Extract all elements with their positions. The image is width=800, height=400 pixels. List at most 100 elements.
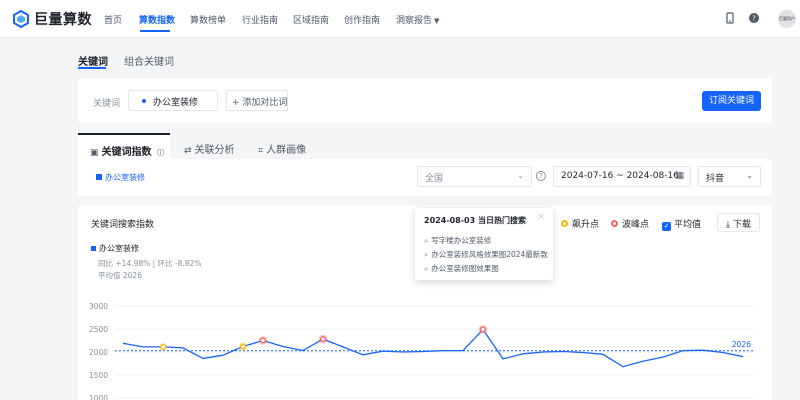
data-point[interactable] xyxy=(421,350,425,354)
series-dot-icon xyxy=(142,99,146,103)
chevron-down-icon: ⌄ xyxy=(517,171,524,180)
download-icon: ⤓ xyxy=(726,220,733,230)
date-range-picker[interactable]: 2024-07-16 ~ 2024-08-16 ▦ xyxy=(553,166,691,187)
data-point[interactable] xyxy=(141,345,145,349)
series-legend-chip[interactable]: 办公室装修 xyxy=(96,172,145,183)
legend-surge-label: 飙升点 xyxy=(572,220,600,230)
data-point[interactable] xyxy=(181,346,185,350)
peak-dot-icon xyxy=(611,220,618,227)
data-point[interactable] xyxy=(661,355,665,359)
subscribe-keyword-button[interactable]: 订阅关键词 xyxy=(702,91,761,111)
keyword-chip[interactable]: 办公室装修 xyxy=(128,90,218,111)
tab-keyword-index-label: 关键词指数 xyxy=(101,147,152,158)
data-point[interactable] xyxy=(681,349,685,353)
y-tick-label: 1500 xyxy=(89,371,108,380)
nav-home[interactable]: 首页 xyxy=(104,13,122,26)
data-point[interactable] xyxy=(581,350,585,354)
data-point[interactable] xyxy=(741,355,745,359)
legend-average-toggle[interactable]: ✓ 平均值 xyxy=(662,217,701,231)
legend-peak[interactable]: 波峰点 xyxy=(611,217,649,230)
legend-average-label: 平均值 xyxy=(674,220,702,230)
data-point[interactable] xyxy=(381,349,385,353)
swap-icon: ⇄ xyxy=(184,146,192,156)
tab-audience-profile[interactable]: ⌗ 人群画像 xyxy=(258,133,306,159)
add-compare-button[interactable]: + 添加对比词 xyxy=(226,90,288,111)
subtab-keyword[interactable]: 关键词 xyxy=(78,53,108,68)
legend-surge[interactable]: 飙升点 xyxy=(561,217,599,230)
chart-title: 关键词搜索指数 xyxy=(91,220,155,230)
surge-point xyxy=(240,343,246,350)
nav-region[interactable]: 区域指南 xyxy=(293,13,329,26)
subtab-active-indicator xyxy=(78,67,106,69)
nav-creator[interactable]: 创作指南 xyxy=(344,13,380,26)
data-point[interactable] xyxy=(401,350,405,354)
brand-logo[interactable]: 巨量算数 xyxy=(12,9,92,29)
subtab-combo-keyword[interactable]: 组合关键词 xyxy=(124,53,174,68)
data-point[interactable] xyxy=(541,350,545,354)
popup-search-item[interactable]: ⌕ 办公室装修风格效果图2024最新款 xyxy=(424,249,548,260)
data-point[interactable] xyxy=(281,344,285,348)
peak-point xyxy=(260,337,266,344)
tab-keyword-index[interactable]: ▣ 关键词指数 ⓘ xyxy=(78,133,170,159)
data-point[interactable] xyxy=(121,341,125,345)
filter-bar: 办公室装修 全国 ⌄ ? 2024-07-16 ~ 2024-08-16 ▦ 抖… xyxy=(78,159,772,196)
search-icon: ⌕ xyxy=(424,250,429,259)
data-point[interactable] xyxy=(501,357,505,361)
popup-search-text: 办公室装修风格效果图2024最新款 xyxy=(431,250,548,259)
region-select[interactable]: 全国 ⌄ xyxy=(417,166,532,187)
info-icon: ⓘ xyxy=(157,149,164,157)
brand-name: 巨量算数 xyxy=(34,12,92,28)
data-point[interactable] xyxy=(601,352,605,356)
data-point[interactable] xyxy=(441,349,445,353)
help-circle-icon[interactable]: ? xyxy=(748,12,760,24)
tab-audience-label: 人群画像 xyxy=(266,145,307,156)
average-value-text: 平均值 2026 xyxy=(98,271,142,280)
user-avatar[interactable]: 巨量用户 xyxy=(778,10,796,28)
surge-dot-icon xyxy=(561,220,568,227)
peak-point xyxy=(480,326,486,333)
data-point[interactable] xyxy=(701,348,705,352)
series-legend-label: 办公室装修 xyxy=(105,173,145,182)
average-line-label: 2026 xyxy=(732,340,751,349)
y-tick-label: 1000 xyxy=(89,394,108,400)
calendar-icon: ▦ xyxy=(675,171,684,181)
popup-search-item[interactable]: ⌕ 写字楼办公室装修 xyxy=(424,235,491,246)
nav-rankings[interactable]: 算数榜单 xyxy=(190,13,226,26)
data-point[interactable] xyxy=(641,359,645,363)
search-index-line-chart[interactable]: 3000 2500 2000 1500 1000 2026 xyxy=(78,290,772,400)
data-point[interactable] xyxy=(201,356,205,360)
data-point[interactable] xyxy=(721,350,725,354)
data-point[interactable] xyxy=(461,349,465,353)
close-icon[interactable]: × xyxy=(537,212,545,222)
data-point[interactable] xyxy=(361,353,365,357)
data-point[interactable] xyxy=(521,352,525,356)
add-compare-label: 添加对比词 xyxy=(242,98,288,108)
data-point[interactable] xyxy=(341,345,345,349)
download-button[interactable]: ⤓ 下载 xyxy=(717,213,760,232)
popup-search-item[interactable]: ⌕ 办公室装修图效果图 xyxy=(424,263,499,274)
data-point[interactable] xyxy=(561,350,565,354)
tab-related-label: 关联分析 xyxy=(194,145,235,156)
logo-icon xyxy=(12,10,30,28)
nav-reports[interactable]: 洞察报告 ▼ xyxy=(396,13,439,26)
platform-select[interactable]: 抖音 ⌄ xyxy=(698,166,761,187)
popup-search-text: 办公室装修图效果图 xyxy=(431,264,499,273)
nav-reports-label: 洞察报告 xyxy=(396,16,433,26)
keyword-label: 关键词 xyxy=(93,99,121,109)
series-line xyxy=(122,328,744,368)
tab-related-analysis[interactable]: ⇄ 关联分析 xyxy=(184,133,235,159)
platform-value: 抖音 xyxy=(706,174,725,184)
chevron-down-icon: ⌄ xyxy=(746,171,753,180)
nav-industry[interactable]: 行业指南 xyxy=(242,13,278,26)
data-point[interactable] xyxy=(301,349,305,353)
question-icon[interactable]: ? xyxy=(536,171,546,181)
data-point[interactable] xyxy=(621,365,625,369)
analysis-tabs: ▣ 关键词指数 ⓘ ⇄ 关联分析 ⌗ 人群画像 xyxy=(78,133,772,159)
checkbox-checked-icon: ✓ xyxy=(662,222,671,231)
region-value: 全国 xyxy=(425,174,444,184)
download-label: 下载 xyxy=(732,220,751,230)
nav-index[interactable]: 算数指数 xyxy=(139,13,175,26)
scan-person-icon: ⌗ xyxy=(258,146,264,156)
phone-icon[interactable] xyxy=(724,12,736,24)
data-point[interactable] xyxy=(221,353,225,357)
